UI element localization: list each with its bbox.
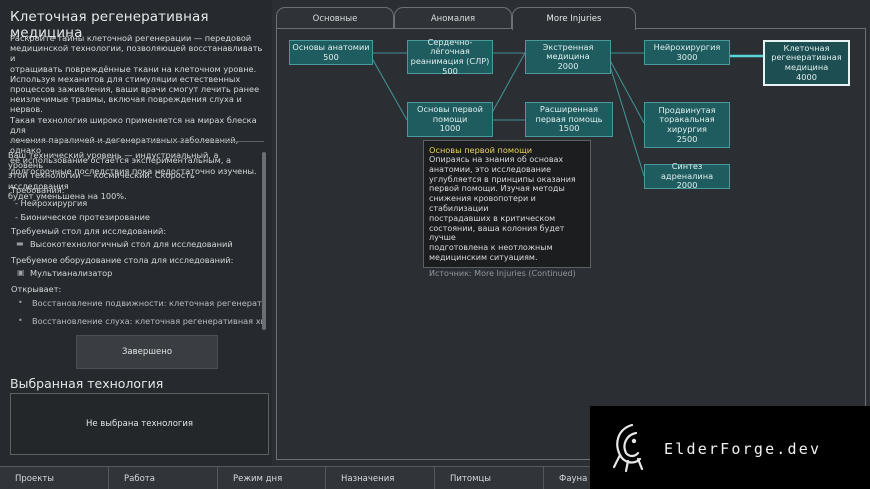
tab-more-injuries[interactable]: More Injuries (512, 7, 636, 30)
tech-node-thoracic-surgery[interactable]: Продвинутая торакальная хирургия 2500 (644, 102, 730, 148)
unlocks-label: Открывает: (11, 284, 62, 294)
node-name: Основы первой помощи (417, 104, 483, 124)
research-info-panel: Клеточная регенеративная медицина Раскро… (0, 0, 272, 466)
tooltip-body: Опираясь на знания об основах анатомии, … (429, 155, 576, 262)
node-cost: 2000 (676, 180, 698, 191)
dragon-logo-icon (612, 423, 644, 473)
tooltip-source: Источник: More Injuries (Continued) (429, 268, 576, 278)
completed-button[interactable]: Завершено (76, 335, 218, 369)
tech-node-adrenaline-synthesis[interactable]: Синтез адреналина 2000 (644, 161, 730, 191)
multi-analyzer-icon: ▣ (17, 268, 25, 277)
tech-node-neurosurgery[interactable]: Нейрохирургия 3000 (644, 40, 730, 65)
node-name: Продвинутая торакальная хирургия (658, 104, 716, 134)
tech-node-anatomy-basics[interactable]: Основы анатомии 500 (289, 40, 373, 65)
selected-tech-box: Не выбрана технология (10, 393, 269, 455)
node-cost: 1500 (558, 123, 580, 134)
unlock-item[interactable]: Восстановление слуха: клеточная регенера… (32, 316, 262, 326)
node-name: Синтез адреналина (660, 161, 714, 181)
tab-anomaly[interactable]: Аномалия (394, 7, 512, 29)
node-cost: 500 (442, 65, 458, 76)
selected-tech-title: Выбранная технология (10, 376, 164, 391)
node-cost: 4000 (796, 71, 817, 82)
bottom-tab-work[interactable]: Работа (109, 467, 218, 489)
watermark-text: ElderForge.dev (664, 440, 822, 458)
tech-tooltip: Основы первой помощи Опираясь на знания … (423, 140, 591, 278)
tech-node-cellular-regenerative-medicine[interactable]: Клеточная регенеративная медицина 4000 (763, 40, 850, 86)
research-bench-icon: ▬ (16, 239, 24, 248)
equipment-value: Мультианализатор (30, 268, 113, 278)
tooltip-title: Основы первой помощи (429, 145, 533, 155)
scrollbar[interactable] (262, 152, 266, 330)
node-name: Клеточная регенеративная медицина (771, 42, 842, 72)
equipment-label: Требуемое оборудование стола для исследо… (11, 255, 234, 265)
bench-label: Требуемый стол для исследований: (11, 226, 167, 236)
requirements-label: Требования: (11, 185, 65, 195)
tech-node-cpr[interactable]: Сердечно-лёгочная реанимация (СЛР) 500 (407, 36, 493, 76)
bullet-icon: • (18, 316, 23, 325)
watermark: ElderForge.dev (590, 406, 870, 489)
selected-tech-placeholder: Не выбрана технология (85, 419, 194, 429)
node-cost: 3000 (676, 51, 698, 62)
bottom-tab-animals[interactable]: Питомцы (435, 467, 544, 489)
divider (10, 141, 264, 142)
tab-main[interactable]: Основные (276, 7, 394, 29)
node-cost: 500 (323, 51, 339, 62)
node-name: Экстренная медицина (542, 41, 594, 62)
tech-node-emergency-medicine[interactable]: Экстренная медицина 2000 (525, 40, 611, 74)
node-cost: 2500 (676, 133, 698, 144)
node-cost: 1000 (439, 123, 461, 134)
node-cost: 2000 (557, 60, 579, 71)
tech-node-advanced-first-aid[interactable]: Расширенная первая помощь 1500 (525, 102, 613, 137)
node-name: Расширенная первая помощь (535, 104, 603, 124)
requirement-item: - Бионическое протезирование (15, 212, 150, 222)
bench-value: Высокотехнологичный стол для исследовани… (30, 239, 233, 249)
research-details-scroll[interactable]: Ваш технический уровень — индустриальный… (8, 150, 262, 330)
bullet-icon: • (18, 298, 23, 307)
node-name: Сердечно-лёгочная реанимация (СЛР) (410, 36, 490, 66)
unlock-item[interactable]: Восстановление подвижности: клеточная ре… (32, 298, 262, 308)
tech-node-first-aid-basics[interactable]: Основы первой помощи 1000 (407, 102, 493, 137)
requirement-item: - Нейрохирургия (15, 198, 88, 208)
bottom-tab-schedule[interactable]: Режим дня (218, 467, 326, 489)
bottom-tab-projects[interactable]: Проекты (0, 467, 109, 489)
bottom-tab-assign[interactable]: Назначения (326, 467, 435, 489)
